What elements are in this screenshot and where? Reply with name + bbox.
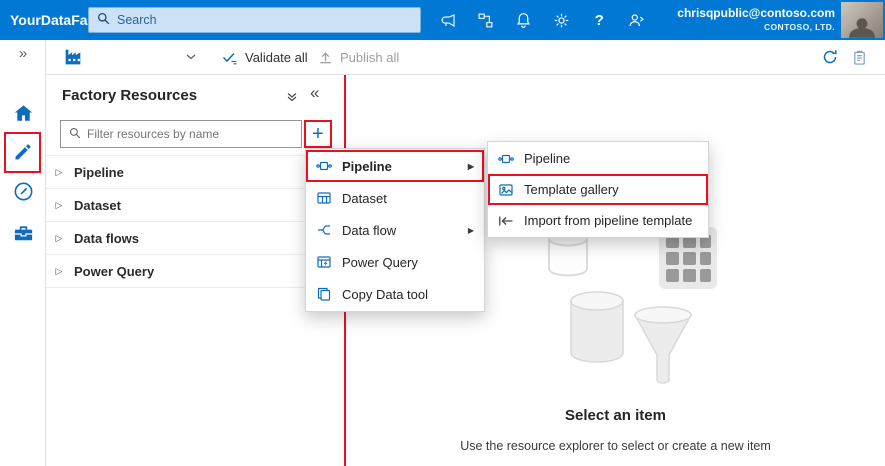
tree-item-pipeline[interactable]: ▷ Pipeline bbox=[46, 156, 344, 189]
factory-icon bbox=[65, 49, 81, 65]
validate-all-button[interactable]: Validate all bbox=[222, 40, 308, 74]
toolbox-icon bbox=[14, 226, 32, 241]
menu-item-label: Data flow bbox=[342, 222, 397, 238]
menu-item-label: Copy Data tool bbox=[342, 286, 428, 302]
topbar-icon-group: ? bbox=[425, 0, 660, 40]
tree-item-label: Pipeline bbox=[74, 164, 124, 180]
submenu-item-import-template[interactable]: Import from pipeline template bbox=[488, 205, 708, 236]
collapse-panel-icon[interactable]: « bbox=[310, 83, 319, 103]
user-organization: CONTOSO, LTD. bbox=[764, 22, 835, 32]
tree-item-label: Data flows bbox=[74, 230, 140, 246]
panel-title: Factory Resources bbox=[62, 87, 198, 104]
data-flow-icon bbox=[316, 222, 332, 238]
submenu-arrow-icon: ▶ bbox=[467, 161, 474, 171]
pencil-icon bbox=[15, 144, 31, 160]
gauge-icon bbox=[14, 182, 32, 201]
resource-tree: ▷ Pipeline ▷ Dataset ▷ Data flows ▷ Powe… bbox=[46, 155, 344, 288]
add-resource-context-menu: Pipeline ▶ Dataset Data flow ▶ Power Que… bbox=[305, 148, 485, 312]
menu-item-power-query[interactable]: Power Query bbox=[306, 246, 484, 278]
menu-item-pipeline[interactable]: Pipeline ▶ bbox=[306, 150, 484, 182]
left-nav-rail: » bbox=[0, 40, 46, 466]
data-factory-window: YourDataFactory ? bbox=[0, 0, 885, 466]
megaphone-icon[interactable] bbox=[435, 7, 461, 33]
clipboard-icon[interactable] bbox=[852, 40, 867, 74]
chevron-right-icon: ▷ bbox=[55, 232, 63, 243]
validate-check-icon bbox=[222, 52, 237, 65]
expand-rail-icon[interactable]: » bbox=[0, 45, 46, 62]
help-icon[interactable]: ? bbox=[586, 7, 612, 33]
menu-item-label: Pipeline bbox=[524, 151, 571, 166]
search-input[interactable] bbox=[117, 13, 412, 27]
refresh-icon[interactable] bbox=[822, 40, 838, 74]
account-info[interactable]: chrisqpublic@contoso.com CONTOSO, LTD. bbox=[677, 6, 835, 32]
user-email: chrisqpublic@contoso.com bbox=[677, 6, 835, 20]
collapse-all-icon[interactable] bbox=[286, 91, 298, 106]
upload-icon bbox=[320, 51, 331, 63]
global-search[interactable] bbox=[88, 7, 421, 33]
gear-icon[interactable] bbox=[548, 7, 574, 33]
factory-resources-panel: Factory Resources « + ▷ Pipeline ▷ Datas… bbox=[46, 75, 344, 466]
submenu-item-template-gallery[interactable]: Template gallery bbox=[488, 174, 708, 205]
menu-item-dataset[interactable]: Dataset bbox=[306, 182, 484, 214]
avatar[interactable] bbox=[841, 2, 883, 38]
submenu-item-pipeline[interactable]: Pipeline bbox=[488, 143, 708, 174]
nav-manage[interactable] bbox=[0, 222, 46, 245]
chevron-down-icon[interactable] bbox=[186, 40, 196, 74]
search-icon bbox=[69, 127, 81, 142]
tree-item-label: Power Query bbox=[74, 263, 155, 279]
nav-home[interactable] bbox=[0, 102, 46, 125]
publish-all-button[interactable]: Publish all bbox=[318, 40, 399, 74]
empty-state-title: Select an item bbox=[565, 407, 666, 424]
nav-monitor[interactable] bbox=[0, 180, 46, 203]
person-silhouette-icon bbox=[849, 18, 875, 38]
canvas-toolbar: Validate all Publish all bbox=[46, 40, 885, 75]
add-resource-button[interactable]: + bbox=[304, 120, 332, 148]
chevron-right-icon: ▷ bbox=[55, 265, 63, 276]
filter-resources-input[interactable] bbox=[87, 127, 293, 141]
tree-item-data-flows[interactable]: ▷ Data flows bbox=[46, 222, 344, 255]
home-icon bbox=[14, 105, 32, 121]
dataset-icon bbox=[316, 190, 332, 206]
pipeline-icon bbox=[498, 151, 514, 167]
search-icon bbox=[97, 12, 110, 28]
menu-item-label: Import from pipeline template bbox=[524, 213, 693, 228]
top-bar: YourDataFactory ? bbox=[0, 0, 885, 40]
menu-item-label: Pipeline bbox=[342, 158, 392, 174]
tree-item-dataset[interactable]: ▷ Dataset bbox=[46, 189, 344, 222]
validate-all-label: Validate all bbox=[245, 49, 308, 65]
menu-item-data-flow[interactable]: Data flow ▶ bbox=[306, 214, 484, 246]
chevron-right-icon: ▷ bbox=[55, 199, 63, 210]
empty-state-illustration bbox=[548, 227, 717, 384]
import-icon bbox=[498, 213, 514, 229]
factory-button[interactable] bbox=[62, 40, 84, 74]
person-switch-icon[interactable] bbox=[624, 7, 650, 33]
filter-resources-field[interactable] bbox=[60, 120, 302, 148]
menu-item-copy-data-tool[interactable]: Copy Data tool bbox=[306, 278, 484, 310]
menu-item-label: Power Query bbox=[342, 254, 418, 270]
empty-state-subtitle: Use the resource explorer to select or c… bbox=[460, 439, 771, 453]
chevron-right-icon: ▷ bbox=[55, 166, 63, 177]
template-gallery-icon bbox=[498, 182, 514, 198]
publish-all-label: Publish all bbox=[340, 49, 400, 65]
pipeline-submenu: Pipeline Template gallery Import from pi… bbox=[487, 141, 709, 238]
tree-item-label: Dataset bbox=[74, 197, 121, 213]
copy-data-icon bbox=[316, 286, 332, 302]
power-query-icon bbox=[316, 254, 332, 270]
tree-item-power-query[interactable]: ▷ Power Query bbox=[46, 255, 344, 288]
menu-item-label: Dataset bbox=[342, 190, 387, 206]
pipeline-icon bbox=[316, 158, 332, 174]
flowchart-icon[interactable] bbox=[473, 7, 499, 33]
bell-icon[interactable] bbox=[511, 7, 537, 33]
nav-author[interactable] bbox=[4, 132, 41, 173]
submenu-arrow-icon: ▶ bbox=[467, 225, 474, 235]
menu-item-label: Template gallery bbox=[524, 182, 619, 197]
